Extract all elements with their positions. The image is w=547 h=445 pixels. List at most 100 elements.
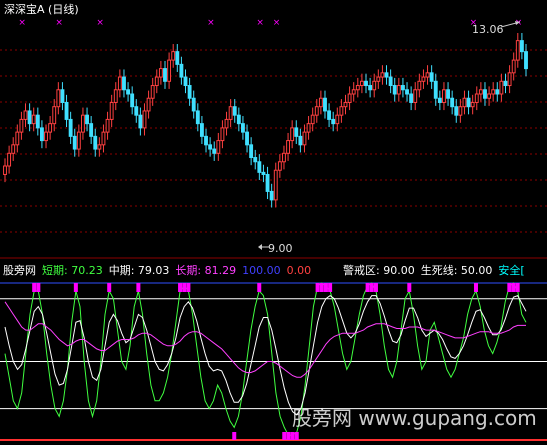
candle-body-21 <box>89 123 94 137</box>
candle-body-65 <box>269 190 274 201</box>
candle-body-59 <box>245 131 249 146</box>
candle-body-6 <box>27 110 32 125</box>
candle-body-40 <box>167 59 172 82</box>
candle-body-91 <box>376 76 381 82</box>
top-marker-25 <box>107 283 112 292</box>
price-top-marker-2: × <box>96 18 104 28</box>
top-marker-44 <box>186 283 191 292</box>
candle-body-60 <box>249 144 254 159</box>
candle-body-9 <box>39 127 44 142</box>
candle-body-71 <box>294 127 299 137</box>
top-marker-43 <box>182 283 187 292</box>
bottom-marker-67 <box>282 432 287 440</box>
low-label: 9.00 <box>268 242 293 255</box>
top-marker-17 <box>73 283 78 292</box>
candle-body-95 <box>392 85 397 95</box>
legend-item-8: 安全[ <box>498 263 524 277</box>
candle-body-97 <box>400 85 405 91</box>
candle-body-54 <box>224 118 229 129</box>
candle-body-86 <box>355 85 360 91</box>
candle-body-29 <box>122 76 126 91</box>
candle-body-30 <box>126 89 131 95</box>
candle-body-61 <box>253 157 258 163</box>
candle-body-109 <box>450 97 455 108</box>
candle-body-4 <box>19 118 24 133</box>
price-top-marker-1: × <box>55 18 63 28</box>
candle-body-74 <box>306 123 311 133</box>
candle-body-92 <box>380 72 385 78</box>
candle-body-90 <box>372 80 377 91</box>
candle-body-10 <box>44 131 48 142</box>
candle-body-56 <box>232 106 237 116</box>
candle-body-112 <box>462 97 467 108</box>
candle-body-14 <box>60 89 65 103</box>
top-marker-113 <box>473 283 478 292</box>
chart-canvas: ×××××××× 深深宝A (日线) 13.06 9.00 股旁网短期: 70.… <box>0 2 547 441</box>
top-marker-75 <box>315 283 320 292</box>
price-top-markers: ×××××××× <box>18 18 522 28</box>
candle-body-19 <box>81 114 85 133</box>
bottom-marker-68 <box>286 432 291 440</box>
candle-body-62 <box>257 161 262 173</box>
price-top-marker-0: × <box>18 18 26 28</box>
candle-body-57 <box>236 114 241 125</box>
price-top-marker-4: × <box>256 18 264 28</box>
high-annotation: 13.06 <box>472 21 521 36</box>
top-marker-122 <box>511 283 516 292</box>
candle-body-105 <box>433 80 438 99</box>
top-marker-123 <box>515 283 520 292</box>
candle-body-106 <box>437 97 442 103</box>
candle-body-7 <box>31 114 36 125</box>
indicator-legend: 股旁网 短期: 70.23 中期: 79.03 长期: 81.29 100.00 0.… <box>3 263 525 277</box>
candle-body-32 <box>134 106 139 116</box>
candle-body-46 <box>191 97 196 112</box>
candle-body-50 <box>208 144 213 150</box>
candle-body-125 <box>515 40 520 61</box>
candle-body-22 <box>93 135 98 150</box>
price-candles <box>3 33 528 208</box>
candle-body-12 <box>52 106 57 125</box>
candle-body-102 <box>421 76 426 82</box>
candle-body-111 <box>458 106 463 116</box>
candle-body-68 <box>282 152 286 163</box>
candle-body-41 <box>171 51 176 61</box>
candle-body-58 <box>241 123 245 133</box>
candle-body-124 <box>511 59 516 74</box>
candle-body-8 <box>35 114 40 129</box>
top-marker-7 <box>32 283 37 292</box>
price-gridlines <box>0 49 547 233</box>
candle-body-3 <box>15 131 20 146</box>
candle-body-63 <box>261 171 266 175</box>
candle-body-36 <box>150 85 155 99</box>
candle-body-103 <box>425 72 430 78</box>
bottom-marker-70 <box>294 432 299 440</box>
candle-body-73 <box>302 131 307 146</box>
candle-body-26 <box>109 101 114 120</box>
candle-body-77 <box>318 97 323 108</box>
candle-body-0 <box>3 165 7 175</box>
candle-body-81 <box>335 114 340 125</box>
candle-body-101 <box>417 80 422 91</box>
candle-body-83 <box>343 101 348 108</box>
top-marker-78 <box>328 283 333 292</box>
candle-body-5 <box>23 110 28 120</box>
candle-body-84 <box>347 93 352 103</box>
candle-body-20 <box>85 114 89 125</box>
candle-body-70 <box>290 127 295 142</box>
candle-body-75 <box>310 114 315 125</box>
candle-body-35 <box>146 97 151 112</box>
legend-item-0: 股旁网 <box>3 263 36 277</box>
indicator-series-line-2 <box>4 301 526 378</box>
indicator-series-line-1 <box>4 294 527 416</box>
legend-item-5: 0.00 <box>287 264 312 277</box>
candle-body-67 <box>277 161 282 171</box>
candle-body-89 <box>368 85 373 91</box>
legend-item-2: 中期: 79.03 <box>109 264 170 277</box>
candle-body-100 <box>413 89 418 103</box>
candle-body-104 <box>429 72 434 82</box>
top-marker-77 <box>323 283 328 292</box>
candle-body-17 <box>72 135 77 150</box>
top-marker-97 <box>407 283 412 292</box>
candle-body-98 <box>405 89 409 95</box>
low-arrow-head <box>258 244 262 250</box>
